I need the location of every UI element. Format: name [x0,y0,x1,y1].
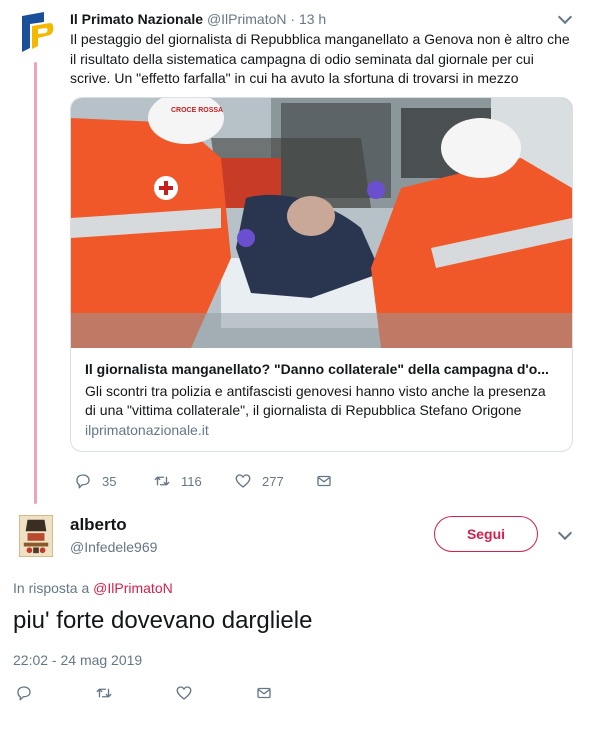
reply-author-name[interactable]: alberto [70,515,127,535]
retweet-button[interactable]: 116 [153,472,234,490]
reply-author-handle[interactable]: @Infedele969 [70,538,157,556]
envelope-icon [317,475,331,487]
tweet-time[interactable]: 13 h [299,11,326,27]
direct-message-button[interactable] [315,472,333,490]
author-name[interactable]: Il Primato Nazionale [70,11,203,27]
in-reply-to-link[interactable]: @IlPrimatoN [93,580,173,596]
reply-count: 35 [102,473,117,489]
heart-icon [235,474,251,488]
reply-button[interactable] [15,684,95,702]
heart-icon [176,686,192,700]
direct-message-button[interactable] [255,684,273,702]
retweet-count: 116 [181,473,202,489]
retweet-icon [96,688,112,698]
like-button[interactable]: 277 [234,472,315,490]
reply-timestamp[interactable]: 22:02 - 24 mag 2019 [13,651,142,669]
like-count: 277 [262,473,284,489]
card-image-caption: CROCE ROSSA [171,107,223,114]
reply-icon [17,686,31,701]
card-description: Gli scontri tra polizia e antifascisti g… [85,383,546,418]
parent-tweet-actions: 35 116 277 [74,472,333,490]
reply-icon [76,474,90,489]
header-separator: · [290,11,296,27]
like-button[interactable] [175,684,255,702]
reply-tweet-actions [15,684,273,702]
retweet-icon [154,476,170,486]
reply-button[interactable]: 35 [74,472,153,490]
chevron-down-icon[interactable] [557,525,573,541]
reply-tweet-text: piu' forte dovevano dargliele [13,607,313,634]
link-card[interactable]: CROCE ROSSA Il giornalista manganellato?… [70,97,573,452]
follow-button[interactable]: Segui [434,516,538,552]
in-reply-to-label: In risposta a [13,580,94,596]
chevron-down-icon[interactable] [557,9,573,25]
author-handle[interactable]: @IlPrimatoN [207,11,287,27]
primato-logo-avatar[interactable] [16,8,56,56]
retweet-button[interactable] [95,684,175,702]
parent-tweet-text: Il pestaggio del giornalista di Repubbli… [70,31,570,86]
thread-connector-line [34,62,37,504]
card-domain[interactable]: ilprimatonazionale.it [85,422,209,438]
envelope-icon [257,687,271,699]
card-image: CROCE ROSSA [71,98,572,348]
card-title[interactable]: Il giornalista manganellato? "Danno coll… [85,360,560,378]
user-avatar[interactable] [19,515,53,557]
in-reply-to: In risposta a @IlPrimatoN [13,579,173,597]
parent-tweet-header: Il Primato Nazionale @IlPrimatoN · 13 h [70,10,326,28]
